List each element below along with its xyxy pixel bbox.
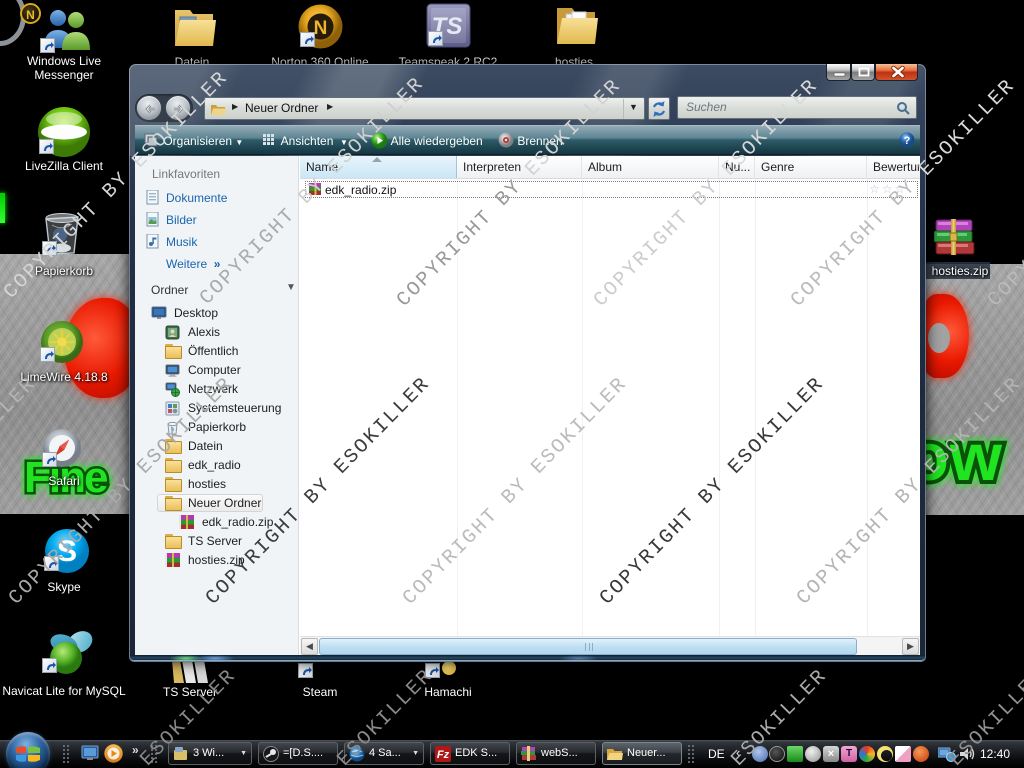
svg-text:N: N	[314, 18, 328, 39]
svg-text:Fz: Fz	[437, 749, 450, 761]
svg-text:?: ?	[904, 135, 911, 147]
